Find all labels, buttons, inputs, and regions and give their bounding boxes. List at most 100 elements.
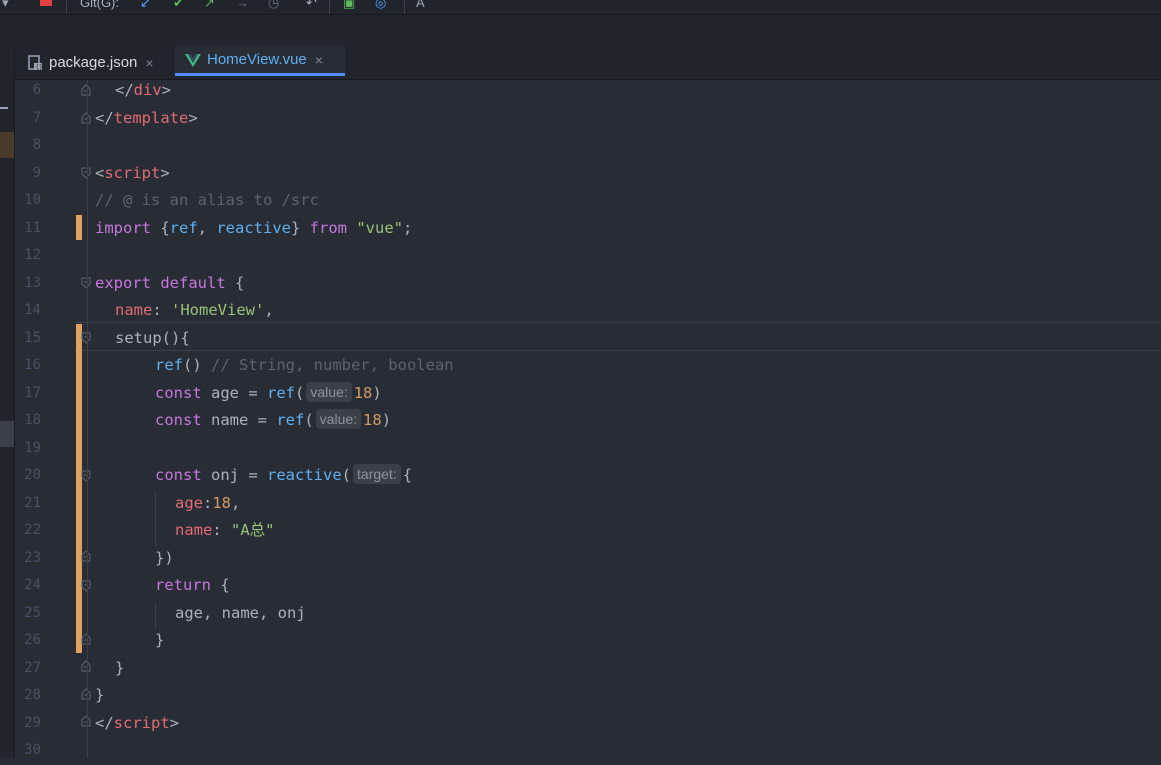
code-line-28: } — [95, 686, 105, 704]
code-editor[interactable]: 6 7 8 9 10 11 12 13 14 15 16 17 18 19 20… — [15, 80, 1161, 758]
fold-start-icon[interactable] — [81, 470, 91, 482]
line-number: 29 — [24, 714, 41, 731]
git-commit-icon[interactable]: ✔ — [173, 0, 184, 12]
vcs-change-marker[interactable] — [76, 215, 82, 240]
git-rollback-icon[interactable]: ↶ — [306, 0, 317, 12]
line-number: 18 — [24, 412, 41, 428]
stop-icon[interactable] — [40, 0, 52, 6]
tab-package-json[interactable]: {} package.json × — [27, 46, 175, 79]
code-line-21: age:18, — [175, 493, 241, 512]
line-number: 28 — [24, 687, 41, 703]
fold-end-icon[interactable] — [81, 660, 91, 672]
tab-label: package.json — [49, 54, 138, 71]
code-line-16: ref() // String, number, boolean — [155, 356, 454, 374]
git-forward-icon[interactable]: → — [236, 0, 249, 12]
code-line-22: name: "A总" — [175, 521, 275, 539]
toolbar-separator — [404, 0, 405, 14]
stripe-marker — [0, 132, 14, 158]
close-icon[interactable]: × — [315, 52, 323, 68]
line-number: 20 — [24, 467, 41, 483]
git-label: Git(G): — [80, 0, 119, 10]
code-line-18: const name = ref(value: 18) — [155, 409, 392, 429]
code-line-15: setup(){ — [115, 328, 190, 347]
main-toolbar: ▾ Git(G): ↙ ✔ ↗ → ◷ ↶ ▣ ◎ A — [0, 0, 1161, 14]
code-line-10: // @ is an alias to /src — [95, 191, 319, 209]
stripe-marker — [0, 421, 14, 447]
fold-end-icon[interactable] — [81, 688, 91, 700]
toolbar-separator — [66, 0, 67, 14]
line-number: 12 — [24, 247, 41, 263]
collapse-icon[interactable] — [0, 107, 8, 109]
browser-icon[interactable]: ◎ — [375, 0, 386, 12]
fold-start-icon[interactable] — [81, 277, 91, 289]
code-line-9: <script> — [95, 163, 170, 182]
git-update-icon[interactable]: ↙ — [140, 0, 151, 12]
vcs-change-marker[interactable] — [76, 324, 82, 653]
vue-file-icon — [185, 52, 201, 68]
line-number: 11 — [24, 219, 41, 236]
parameter-hint: value: — [306, 381, 352, 402]
code-line-24: return { — [155, 576, 230, 594]
code-line-20: const onj = reactive(target:{ — [155, 464, 413, 484]
line-number: 17 — [24, 384, 41, 401]
translate-icon[interactable]: A — [416, 0, 425, 12]
fold-start-icon[interactable] — [81, 332, 91, 344]
left-tool-stripe — [0, 46, 15, 758]
line-number: 30 — [24, 742, 41, 758]
code-line-25: age, name, onj — [175, 603, 306, 622]
close-icon[interactable]: × — [145, 55, 153, 71]
fold-end-icon[interactable] — [81, 715, 91, 727]
gutter-guide — [87, 80, 88, 758]
code-line-29: </script> — [95, 713, 180, 732]
fold-start-icon[interactable] — [81, 580, 91, 592]
line-number: 26 — [24, 632, 41, 648]
fold-end-icon[interactable] — [81, 633, 91, 645]
code-content[interactable]: </div> </template> <script> // @ is an a… — [95, 80, 1161, 758]
line-number: 8 — [32, 137, 41, 153]
line-number: 22 — [24, 522, 41, 538]
line-number: 21 — [24, 494, 41, 511]
indent-guide — [155, 602, 156, 630]
line-number: 10 — [24, 192, 41, 208]
parameter-hint: value: — [315, 409, 362, 429]
tab-label: HomeView.vue — [207, 51, 307, 68]
svg-text:{}: {} — [35, 64, 43, 71]
code-line-17: const age = ref(value: 18) — [155, 381, 382, 402]
line-number: 19 — [24, 439, 41, 456]
npm-json-file-icon: {} — [27, 54, 43, 71]
parameter-hint: target: — [353, 464, 401, 484]
code-line-23: }) — [155, 548, 174, 567]
code-line-11: import {ref, reactive} from "vue"; — [95, 218, 413, 237]
fold-end-icon[interactable] — [81, 112, 91, 124]
line-number: 25 — [24, 604, 41, 621]
indent-guide — [155, 492, 156, 547]
build-icon[interactable]: ▣ — [343, 0, 355, 12]
line-number: 13 — [24, 274, 41, 291]
editor-tabs: {} package.json × HomeView.vue × — [15, 46, 1161, 80]
git-history-icon[interactable]: ◷ — [268, 0, 279, 12]
code-line-7: </template> — [95, 108, 198, 127]
navigation-bar — [0, 14, 1161, 47]
line-number: 27 — [24, 659, 41, 676]
fold-start-icon[interactable] — [81, 167, 91, 179]
line-number: 14 — [24, 302, 41, 318]
tab-homeview-vue[interactable]: HomeView.vue × — [175, 46, 345, 76]
line-number: 15 — [24, 329, 41, 346]
line-number: 16 — [24, 357, 41, 373]
code-line-6: </div> — [115, 81, 172, 99]
code-line-14: name: 'HomeView', — [115, 301, 274, 319]
git-push-icon[interactable]: ↗ — [204, 0, 215, 12]
fold-end-icon[interactable] — [81, 84, 91, 96]
code-line-26: } — [155, 631, 165, 649]
line-number: 6 — [32, 82, 41, 98]
code-line-13: export default { — [95, 273, 245, 292]
toolbar-separator — [329, 0, 330, 14]
line-number: 24 — [24, 577, 41, 593]
line-number: 9 — [32, 164, 41, 181]
line-number-gutter: 6 7 8 9 10 11 12 13 14 15 16 17 18 19 20… — [15, 80, 82, 758]
fold-end-icon[interactable] — [81, 550, 91, 562]
line-number: 23 — [24, 549, 41, 566]
line-number: 7 — [32, 109, 41, 126]
run-dropdown-icon[interactable]: ▾ — [2, 0, 9, 12]
code-line-27: } — [115, 658, 125, 677]
